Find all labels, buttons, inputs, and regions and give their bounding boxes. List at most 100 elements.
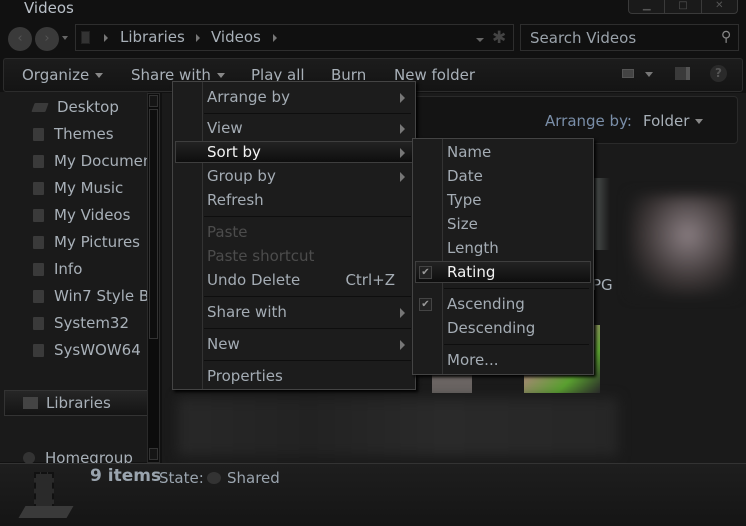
breadcrumb-videos[interactable]: Videos — [211, 28, 261, 46]
breadcrumb-chevron-icon[interactable] — [273, 34, 277, 42]
folder-icon — [33, 316, 44, 330]
organize-label: Organize — [22, 66, 90, 84]
address-history-dropdown[interactable] — [476, 38, 484, 42]
search-box[interactable]: Search Videos ⚲ — [520, 24, 739, 51]
menu-item-label: Size — [447, 215, 478, 233]
menu-item-new[interactable]: New — [207, 333, 411, 357]
caption-buttons: ▁ □ ✕ — [628, 0, 738, 14]
nav-item-system32[interactable]: System32 — [33, 314, 129, 332]
nav-item-label: Info — [54, 260, 83, 278]
scroll-up-button[interactable] — [149, 95, 158, 107]
nav-item-label: My Music — [54, 179, 124, 197]
nav-item-my-documents[interactable]: My Documen — [33, 152, 152, 170]
menu-separator — [444, 288, 589, 289]
libraries-icon — [23, 397, 38, 409]
submenu-arrow-icon — [400, 93, 405, 103]
search-input[interactable]: Search Videos — [530, 29, 636, 47]
menu-separator — [204, 113, 411, 114]
folder-icon — [33, 343, 44, 357]
arrange-by-dropdown[interactable]: Folder — [643, 112, 704, 130]
menu-item-label: Properties — [207, 367, 283, 385]
breadcrumb-chevron-icon[interactable] — [196, 34, 200, 42]
view-options-dropdown[interactable] — [645, 72, 653, 77]
state-value: Shared — [227, 469, 280, 487]
sort-item-more[interactable]: More... — [447, 349, 589, 373]
menu-item-label: Name — [447, 143, 492, 161]
sort-item-length[interactable]: Length — [447, 237, 589, 261]
organize-button[interactable]: Organize — [22, 66, 104, 84]
nav-item-win7-style[interactable]: Win7 Style B — [33, 287, 149, 305]
menu-item-share-with[interactable]: Share with — [207, 301, 411, 325]
nav-item-label: Libraries — [46, 394, 111, 412]
address-bar[interactable]: Libraries Videos ✱ — [75, 24, 514, 51]
help-icon[interactable]: ? — [710, 65, 727, 82]
nav-item-desktop[interactable]: Desktop — [31, 98, 119, 116]
nav-item-label: Themes — [54, 125, 114, 143]
nav-item-themes[interactable]: Themes — [33, 125, 114, 143]
nav-item-label: My Pictures — [54, 233, 140, 251]
menu-item-group-by[interactable]: Group by — [207, 165, 411, 189]
nav-item-libraries[interactable]: Libraries — [4, 390, 148, 416]
breadcrumb-libraries[interactable]: Libraries — [120, 28, 185, 46]
scroll-down-button[interactable] — [149, 448, 158, 460]
sort-item-rating[interactable]: Rating — [447, 261, 589, 285]
breadcrumb-chevron-icon[interactable] — [104, 34, 108, 42]
documents-icon — [33, 154, 44, 168]
menu-separator — [204, 296, 411, 297]
sort-item-size[interactable]: Size — [447, 213, 589, 237]
checkmark-icon: ✔ — [419, 298, 432, 311]
menu-separator — [204, 216, 411, 217]
change-view-icon[interactable] — [622, 69, 634, 78]
video-thumbnail-blurred[interactable] — [630, 195, 735, 295]
menu-item-arrange-by[interactable]: Arrange by — [207, 86, 411, 110]
nav-item-my-pictures[interactable]: My Pictures — [33, 233, 140, 251]
sort-item-descending[interactable]: Descending — [447, 317, 589, 341]
menu-item-paste[interactable]: Paste — [207, 221, 411, 245]
nav-item-my-music[interactable]: My Music — [33, 179, 123, 197]
nav-item-label: Desktop — [57, 98, 119, 116]
scroll-thumb[interactable] — [149, 109, 158, 339]
maximize-button[interactable]: □ — [665, 0, 702, 13]
nav-item-my-videos[interactable]: My Videos — [33, 206, 130, 224]
menu-shortcut: Ctrl+Z — [345, 271, 395, 289]
menu-item-label: Sort by — [207, 143, 261, 161]
menu-item-properties[interactable]: Properties — [207, 365, 411, 389]
sort-item-name[interactable]: Name — [447, 141, 589, 165]
menu-item-label: More... — [447, 351, 499, 369]
menu-item-undo-delete[interactable]: Undo Delete Ctrl+Z — [207, 269, 411, 293]
menu-item-label: New — [207, 335, 240, 353]
preview-pane-icon[interactable] — [675, 67, 690, 80]
menu-item-sort-by[interactable]: Sort by — [207, 141, 411, 165]
menu-item-view[interactable]: View — [207, 117, 411, 141]
back-button[interactable]: ‹ — [8, 27, 32, 51]
menu-item-label: Paste shortcut — [207, 247, 315, 265]
nav-item-syswow64[interactable]: SysWOW64 — [33, 341, 141, 359]
checkmark-icon: ✔ — [419, 266, 432, 279]
menu-item-label: View — [207, 119, 243, 137]
refresh-icon[interactable]: ✱ — [492, 28, 506, 48]
menu-item-refresh[interactable]: Refresh — [207, 189, 411, 213]
forward-button[interactable]: › — [35, 27, 59, 51]
nav-item-label: SysWOW64 — [54, 341, 141, 359]
menu-separator — [444, 344, 589, 345]
search-icon[interactable]: ⚲ — [721, 29, 731, 45]
sort-item-ascending[interactable]: Ascending — [447, 293, 589, 317]
nav-item-label: My Documen — [54, 152, 153, 170]
submenu-arrow-icon — [400, 124, 405, 134]
menu-separator — [204, 360, 411, 361]
menu-item-paste-shortcut[interactable]: Paste shortcut — [207, 245, 411, 269]
sort-item-type[interactable]: Type — [447, 189, 589, 213]
thumbnail-caption: PG — [592, 276, 613, 294]
folder-icon — [33, 289, 44, 303]
minimize-button[interactable]: ▁ — [629, 0, 666, 13]
menu-item-label: Rating — [447, 263, 496, 281]
state-label: State: — [159, 469, 204, 487]
recent-pages-dropdown[interactable] — [62, 36, 68, 40]
menu-item-label: Length — [447, 239, 499, 257]
sort-item-date[interactable]: Date — [447, 165, 589, 189]
nav-item-info[interactable]: Info — [33, 260, 82, 278]
videos-icon — [33, 208, 44, 222]
arrange-by-label: Arrange by: — [545, 112, 632, 130]
close-button[interactable]: ✕ — [702, 0, 737, 13]
nav-pane-scrollbar[interactable] — [147, 93, 160, 463]
